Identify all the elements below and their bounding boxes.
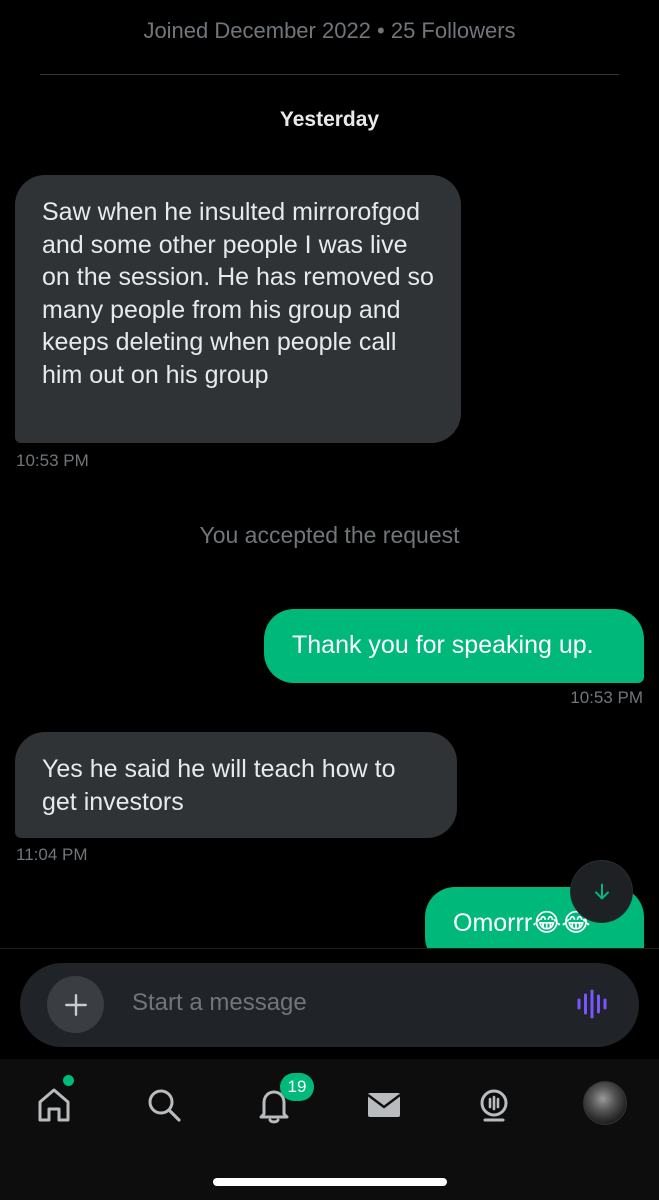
plus-icon xyxy=(64,993,87,1016)
home-icon xyxy=(38,1088,70,1122)
system-message: You accepted the request xyxy=(199,522,460,548)
profile-joined-info: Joined December 2022 • 25 Followers xyxy=(143,18,516,43)
message-timestamp: 10:53 PM xyxy=(570,688,643,707)
divider xyxy=(40,74,619,75)
message-composer[interactable]: Start a message xyxy=(20,963,639,1047)
message-timestamp: 10:53 PM xyxy=(16,451,89,470)
voice-wave-icon xyxy=(577,989,607,1019)
composer-area: Start a message xyxy=(0,948,659,1059)
notification-badge: 19 xyxy=(280,1073,314,1101)
message-timestamp: 11:04 PM xyxy=(16,845,88,864)
profile-avatar[interactable] xyxy=(583,1081,627,1125)
arrow-down-icon xyxy=(594,883,609,899)
search-icon xyxy=(148,1089,181,1122)
tab-home[interactable] xyxy=(29,1080,79,1130)
spaces-icon xyxy=(480,1089,508,1122)
voice-message-button[interactable] xyxy=(575,987,609,1026)
message-bubble-incoming[interactable]: Yes he said he will teach how to get inv… xyxy=(15,732,457,838)
message-input[interactable]: Start a message xyxy=(132,989,307,1017)
message-bubble-outgoing[interactable]: Thank you for speaking up. xyxy=(264,609,644,683)
scroll-to-bottom-button[interactable] xyxy=(571,861,632,922)
tab-messages[interactable] xyxy=(359,1080,409,1130)
tab-spaces[interactable] xyxy=(469,1080,519,1130)
mail-icon xyxy=(367,1093,401,1117)
message-bubble-incoming[interactable]: Saw when he insulted mirrorofgod and som… xyxy=(15,175,461,443)
home-notification-dot xyxy=(63,1075,74,1086)
date-separator: Yesterday xyxy=(279,108,380,131)
home-indicator[interactable] xyxy=(213,1178,447,1186)
add-attachment-button[interactable] xyxy=(47,976,104,1033)
tab-search[interactable] xyxy=(139,1080,189,1130)
